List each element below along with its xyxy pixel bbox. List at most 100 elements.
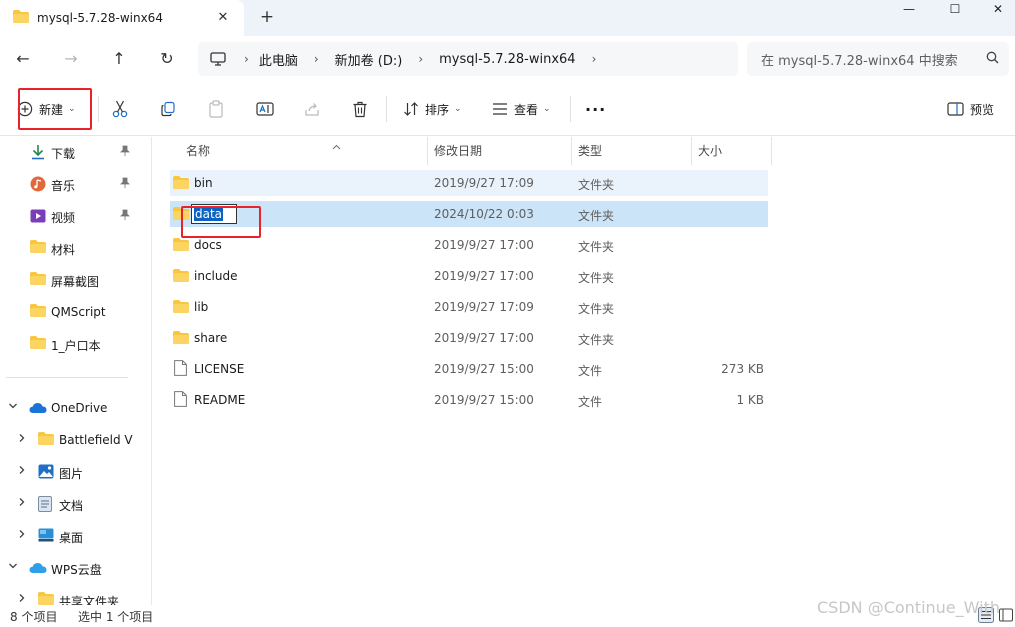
copy-button[interactable] bbox=[160, 96, 176, 122]
tab-title: mysql-5.7.28-winx64 bbox=[37, 11, 163, 25]
file-modified: 2024/10/22 0:03 bbox=[434, 207, 534, 221]
sidebar-item-documents[interactable]: 文档 bbox=[0, 489, 151, 519]
sidebar-item-label: 图片 bbox=[59, 467, 84, 481]
sort-button-label: 排序 bbox=[425, 102, 450, 117]
file-modified: 2019/9/27 17:00 bbox=[434, 238, 534, 252]
chevron-down-icon[interactable] bbox=[8, 561, 18, 574]
sidebar-item-battlefield[interactable]: Battlefield V bbox=[0, 425, 151, 455]
file-row-include[interactable]: include 2019/9/27 17:00 文件夹 bbox=[170, 263, 768, 289]
tab-mysql[interactable]: mysql-5.7.28-winx64 ✕ bbox=[0, 0, 244, 36]
sidebar-item-music[interactable]: 音乐 bbox=[0, 169, 151, 199]
paste-button[interactable] bbox=[208, 96, 224, 122]
sidebar-item-pictures[interactable]: 图片 bbox=[0, 457, 151, 487]
new-button-label: 新建 bbox=[39, 102, 64, 117]
breadcrumb-separator[interactable]: › bbox=[592, 52, 597, 66]
new-button[interactable]: 新建 ⌄ bbox=[17, 96, 76, 122]
delete-button[interactable] bbox=[352, 96, 368, 122]
sort-button[interactable]: 排序 ⌄ bbox=[403, 96, 462, 122]
folder-icon bbox=[173, 207, 189, 223]
sidebar-item-wps-cloud[interactable]: WPS云盘 bbox=[0, 553, 151, 583]
folder-icon bbox=[173, 331, 189, 347]
column-header-name[interactable]: 名称 bbox=[186, 137, 426, 165]
chevron-right-icon[interactable] bbox=[17, 529, 27, 542]
chevron-right-icon[interactable] bbox=[17, 593, 27, 605]
preview-pane-button[interactable]: 预览 bbox=[947, 96, 994, 122]
tiles-view-button[interactable] bbox=[998, 607, 1015, 625]
chevron-down-icon[interactable] bbox=[8, 401, 18, 414]
chevron-down-icon: ⌄ bbox=[68, 104, 76, 114]
cut-button[interactable] bbox=[112, 96, 128, 122]
chevron-right-icon[interactable] bbox=[17, 497, 27, 510]
sidebar-item-materials[interactable]: 材料 bbox=[0, 233, 151, 263]
music-icon bbox=[30, 176, 46, 195]
address-bar[interactable]: › 此电脑 › 新加卷 (D:) › mysql-5.7.28-winx64 › bbox=[198, 42, 738, 76]
search-icon[interactable] bbox=[986, 51, 999, 67]
sidebar-item-label: 桌面 bbox=[59, 531, 84, 545]
close-tab-icon[interactable]: ✕ bbox=[214, 9, 232, 27]
sidebar-item-label: 视频 bbox=[51, 211, 76, 225]
new-tab-button[interactable]: + bbox=[257, 7, 277, 27]
breadcrumb-this-pc[interactable]: 此电脑 bbox=[259, 50, 298, 69]
sidebar-item-household[interactable]: 1_户口本 bbox=[0, 329, 151, 359]
file-modified: 2019/9/27 17:09 bbox=[434, 300, 534, 314]
column-divider[interactable] bbox=[427, 137, 428, 165]
item-count: 8 个项目 bbox=[10, 610, 58, 624]
share-button[interactable] bbox=[304, 96, 320, 122]
file-name: docs bbox=[194, 238, 222, 252]
rename-input[interactable]: data bbox=[191, 204, 237, 224]
refresh-button[interactable]: ↻ bbox=[155, 47, 179, 71]
breadcrumb-drive-d[interactable]: 新加卷 (D:) bbox=[335, 50, 403, 69]
maximize-button[interactable]: ☐ bbox=[932, 0, 978, 22]
chevron-right-icon[interactable] bbox=[17, 433, 27, 446]
column-divider[interactable] bbox=[691, 137, 692, 165]
chevron-right-icon[interactable] bbox=[17, 465, 27, 478]
sidebar-item-label: 材料 bbox=[51, 243, 76, 257]
more-options-button[interactable]: ··· bbox=[585, 96, 606, 122]
sidebar-item-videos[interactable]: 视频 bbox=[0, 201, 151, 231]
sidebar-item-screenshots[interactable]: 屏幕截图 bbox=[0, 265, 151, 295]
sidebar-item-downloads[interactable]: 下载 bbox=[0, 137, 151, 167]
file-type: 文件 bbox=[578, 364, 603, 378]
file-row-bin[interactable]: bin 2019/9/27 17:09 文件夹 bbox=[170, 170, 768, 196]
pin-icon bbox=[120, 145, 130, 159]
file-type: 文件夹 bbox=[578, 240, 615, 254]
sidebar-item-label: 屏幕截图 bbox=[51, 275, 100, 289]
file-row-docs[interactable]: docs 2019/9/27 17:00 文件夹 bbox=[170, 232, 768, 258]
forward-button[interactable]: → bbox=[59, 47, 83, 71]
sidebar-item-qmscript[interactable]: QMScript bbox=[0, 297, 151, 327]
breadcrumb-separator[interactable]: › bbox=[244, 52, 249, 66]
file-row-readme[interactable]: README 2019/9/27 15:00 文件 1 KB bbox=[170, 387, 768, 413]
back-button[interactable]: ← bbox=[11, 47, 35, 71]
column-header-modified[interactable]: 修改日期 bbox=[434, 137, 564, 165]
close-window-button[interactable]: ✕ bbox=[975, 0, 1015, 22]
sidebar-item-onedrive[interactable]: OneDrive bbox=[0, 393, 151, 423]
file-row-data[interactable]: data 2024/10/22 0:03 文件夹 bbox=[170, 201, 768, 227]
minimize-button[interactable]: — bbox=[886, 0, 932, 22]
file-modified: 2019/9/27 15:00 bbox=[434, 393, 534, 407]
column-header-type[interactable]: 类型 bbox=[578, 137, 678, 165]
cloud-icon bbox=[29, 402, 47, 417]
rename-button[interactable] bbox=[256, 96, 274, 122]
view-button-label: 查看 bbox=[514, 102, 539, 117]
view-button[interactable]: 查看 ⌄ bbox=[492, 96, 551, 122]
breadcrumb-mysql[interactable]: mysql-5.7.28-winx64 bbox=[439, 52, 575, 67]
file-row-lib[interactable]: lib 2019/9/27 17:09 文件夹 bbox=[170, 294, 768, 320]
search-input[interactable]: 在 mysql-5.7.28-winx64 中搜索 bbox=[761, 50, 986, 69]
file-name: share bbox=[194, 331, 228, 345]
sidebar-item-shared-folder[interactable]: 共享文件夹 bbox=[0, 585, 151, 605]
rename-input-value: data bbox=[194, 207, 224, 221]
column-divider[interactable] bbox=[571, 137, 572, 165]
up-button[interactable]: ↑ bbox=[107, 47, 131, 71]
sidebar-item-desktop[interactable]: 桌面 bbox=[0, 521, 151, 551]
file-row-license[interactable]: LICENSE 2019/9/27 15:00 文件 273 KB bbox=[170, 356, 768, 382]
folder-icon bbox=[38, 592, 54, 605]
column-header-size[interactable]: 大小 bbox=[698, 137, 768, 165]
breadcrumb-separator[interactable]: › bbox=[418, 52, 423, 66]
breadcrumb-separator[interactable]: › bbox=[314, 52, 319, 66]
folder-icon bbox=[38, 432, 54, 448]
search-box[interactable]: 在 mysql-5.7.28-winx64 中搜索 bbox=[747, 42, 1009, 76]
column-divider[interactable] bbox=[771, 137, 772, 165]
file-row-share[interactable]: share 2019/9/27 17:00 文件夹 bbox=[170, 325, 768, 351]
toolbar-divider bbox=[386, 96, 387, 122]
command-bar: 新建 ⌄ 排序 ⌄ 查看 ⌄ ··· 预览 bbox=[0, 82, 1015, 136]
